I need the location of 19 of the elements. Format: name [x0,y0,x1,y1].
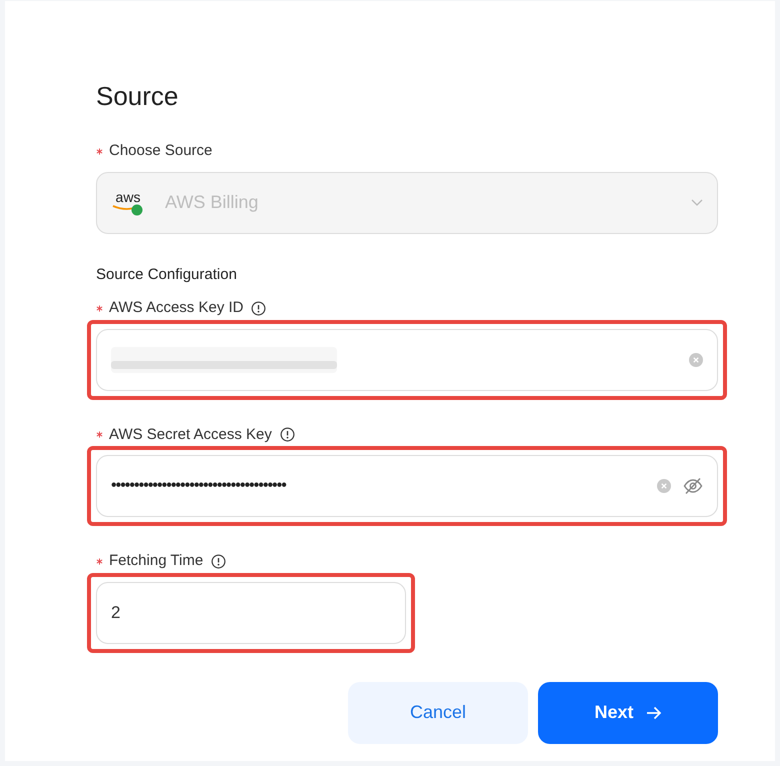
section-title: Source [96,80,180,113]
field-label: Choose Source [109,141,212,161]
field-label: AWS Access Key ID [109,298,244,318]
field-value: 2 [111,602,120,624]
field-label: Fetching Time [109,551,204,571]
subsection-title: Source Configuration [96,264,238,284]
chevron-down-icon [691,198,703,206]
select-value: AWS Billing [165,191,260,214]
input-field[interactable]: 2 [96,582,406,644]
cancel-button[interactable]: Cancel [348,682,528,744]
aws-logo: aws [116,190,140,204]
eye-slash-icon[interactable] [683,477,703,495]
next-button[interactable]: Next [538,682,718,744]
input-field[interactable]: •••••••••••••••••••••••••••••••••••••• [96,455,718,517]
field-label: AWS Secret Access Key [109,424,272,444]
arrow-right-icon [646,706,662,720]
input-field[interactable] [96,328,718,390]
logo-swoosh-icon [111,204,145,216]
password-value: •••••••••••••••••••••••••••••••••••••• [111,476,286,496]
